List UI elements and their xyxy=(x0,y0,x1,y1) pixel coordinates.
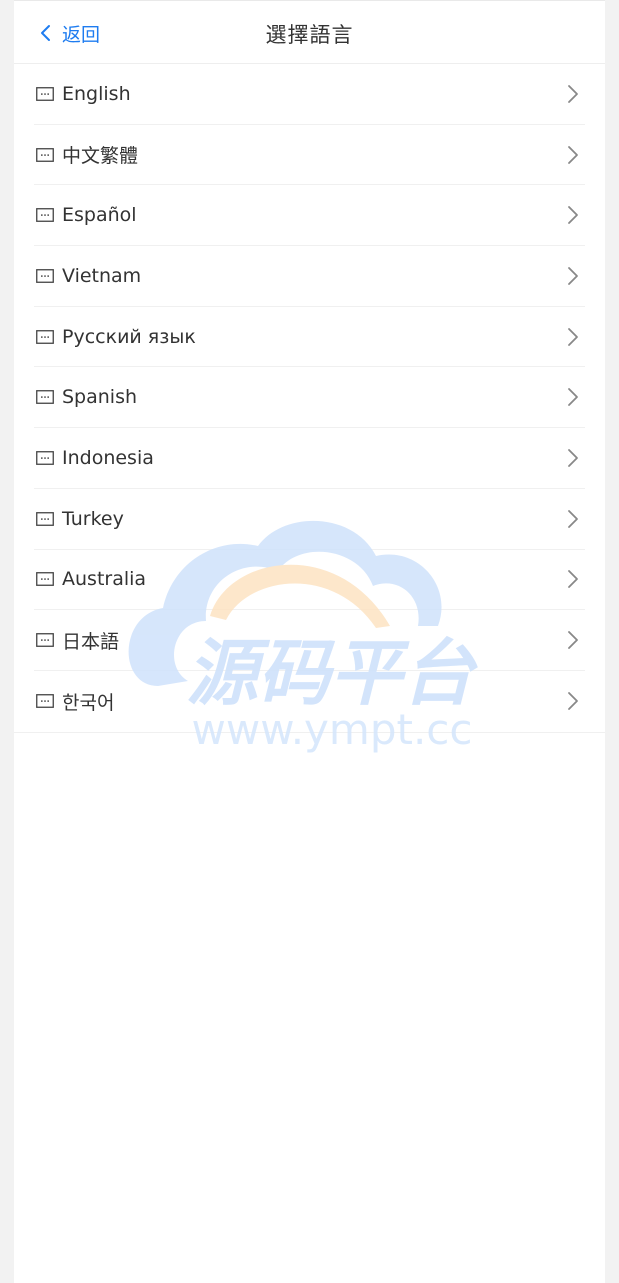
chevron-right-icon xyxy=(568,631,578,649)
keyboard-icon xyxy=(36,694,54,709)
language-label: Spanish xyxy=(62,386,138,409)
chevron-right-icon xyxy=(568,84,578,103)
keyboard-icon xyxy=(36,633,54,647)
keyboard-icon xyxy=(36,390,54,405)
keyboard-icon xyxy=(36,86,54,101)
chevron-right-icon xyxy=(568,509,578,528)
language-label: English xyxy=(62,82,131,105)
page-title: 選擇語言 xyxy=(265,23,354,47)
language-label: 中文繁體 xyxy=(62,145,139,168)
chevron-right-icon xyxy=(568,570,578,589)
keyboard-icon xyxy=(36,147,54,162)
language-label: 한국어 xyxy=(62,691,115,714)
top-bar: 返回 選擇語言 xyxy=(14,0,605,64)
keyboard-icon xyxy=(36,208,54,223)
chevron-right-icon xyxy=(568,692,578,711)
chevron-right-icon xyxy=(568,267,578,285)
language-item-russian[interactable]: Русский язык xyxy=(34,307,585,368)
language-item-vietnam[interactable]: Vietnam xyxy=(34,246,585,307)
language-item-espanol[interactable]: Español xyxy=(34,185,585,247)
chevron-right-icon xyxy=(568,327,578,346)
chevron-right-icon xyxy=(568,449,578,467)
language-label: Indonesia xyxy=(62,446,154,469)
language-label: Turkey xyxy=(62,507,124,530)
language-item-australia[interactable]: Australia xyxy=(34,550,585,611)
language-label: Vietnam xyxy=(62,264,142,287)
language-list: English 中文繁體 Español Vietnam Русский язы… xyxy=(34,64,585,732)
keyboard-icon xyxy=(36,511,54,526)
language-label: 日本語 xyxy=(62,630,120,653)
language-item-japanese[interactable]: 日本語 xyxy=(34,610,585,671)
language-label: Australia xyxy=(62,568,147,591)
language-item-turkey[interactable]: Turkey xyxy=(34,489,585,550)
language-item-traditional-chinese[interactable]: 中文繁體 xyxy=(34,125,585,186)
chevron-right-icon xyxy=(568,145,578,164)
language-label: Español xyxy=(62,204,137,227)
keyboard-icon xyxy=(36,269,54,283)
language-item-korean[interactable]: 한국어 xyxy=(34,671,585,732)
keyboard-icon xyxy=(36,572,54,587)
keyboard-icon xyxy=(36,451,54,465)
language-item-spanish[interactable]: Spanish xyxy=(34,367,585,429)
keyboard-icon xyxy=(36,329,54,344)
language-item-english[interactable]: English xyxy=(34,64,585,125)
chevron-right-icon xyxy=(568,388,578,407)
chevron-right-icon xyxy=(568,206,578,225)
language-label: Русский язык xyxy=(62,325,196,348)
list-bottom-divider xyxy=(14,732,605,733)
language-item-indonesia[interactable]: Indonesia xyxy=(34,428,585,489)
language-select-page: 返回 選擇語言 English 中文繁體 Español Vietnam Рус… xyxy=(14,0,605,1283)
